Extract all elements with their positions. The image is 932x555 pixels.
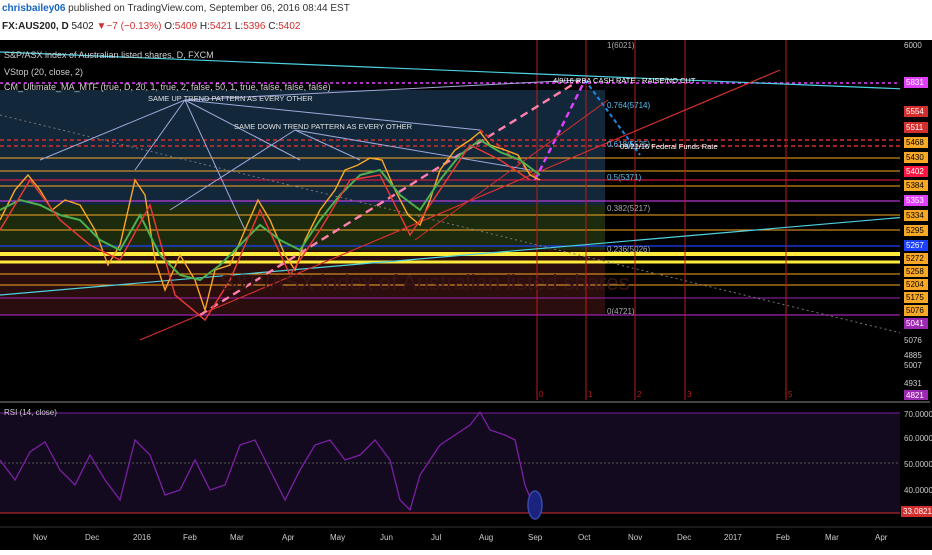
price-tick: 5007	[904, 361, 922, 370]
time-label: Dec	[85, 533, 99, 542]
rsi-tick: 50.0000	[904, 460, 932, 469]
time-label: Jun	[380, 533, 393, 542]
time-label: Sep	[528, 533, 543, 542]
time-label: Apr	[875, 533, 888, 542]
cycle-number: 5	[788, 390, 793, 399]
cycle-number: 1	[588, 390, 593, 399]
time-label: Nov	[33, 533, 47, 542]
badge-text: 4821	[906, 391, 924, 400]
published-text: published on TradingView.com, September …	[68, 3, 350, 14]
symbol-watermark: S&P/ASX index of Australian listed share…	[220, 270, 630, 295]
time-label: Feb	[776, 533, 790, 542]
fib-level-label: 0.5(5371)	[607, 173, 642, 182]
badge-text: 5831	[906, 78, 924, 87]
rsi-tick: 60.0000	[904, 434, 932, 443]
open-value: 5409	[174, 21, 198, 32]
price-change: ▼−7 (−0.13%)	[96, 21, 162, 32]
rba-annotation[interactable]: 4/9/16 RBA CASH RATE - RAISE/NO CUT	[553, 76, 696, 85]
time-label: May	[330, 533, 345, 542]
close-value: 5402	[278, 21, 301, 32]
chart-svg[interactable]: 0 1 2 3 5 1(6021) 0.764(5714) 0.618(5525…	[0, 40, 932, 550]
close-label: C:	[268, 21, 279, 32]
cycle-number: 2	[637, 390, 642, 399]
symbol-label[interactable]: FX:AUS200, D	[2, 21, 69, 32]
tradingview-app: { "header": { "author": "chrisbailey06",…	[0, 0, 932, 550]
badge-text: 5041	[906, 319, 924, 328]
time-label: Oct	[578, 533, 591, 542]
rsi-highlight	[527, 490, 543, 520]
rsi-current-value: 33.0821	[903, 507, 932, 516]
time-label: Nov	[628, 533, 642, 542]
time-label: Feb	[183, 533, 197, 542]
high-value: 5421	[209, 21, 233, 32]
badge-text: 5204	[906, 280, 924, 289]
fed-annotation[interactable]: 09/21/16 Federal Funds Rate	[620, 142, 718, 151]
author-link[interactable]: chrisbailey06	[2, 3, 65, 14]
chart-header: chrisbailey06 published on TradingView.c…	[0, 0, 932, 40]
time-label: Jul	[431, 533, 441, 542]
fib-level-label: 0(4721)	[607, 307, 635, 316]
quote-line: FX:AUS200, D 5402 ▼−7 (−0.13%) O:5409 H:…	[2, 21, 300, 32]
price-tick: 6000	[904, 41, 922, 50]
fib-level-label: 1(6021)	[607, 41, 635, 50]
time-label: 2017	[724, 533, 742, 542]
time-label: Dec	[677, 533, 691, 542]
ma-indicator-label[interactable]: CM_Ultimate_MA_MTF (true, D, 20, 1, true…	[4, 82, 331, 92]
chart-canvas[interactable]: 0 1 2 3 5 1(6021) 0.764(5714) 0.618(5525…	[0, 40, 932, 550]
vstop-indicator-label[interactable]: VStop (20, close, 2)	[4, 67, 83, 77]
badge-text: 5353	[906, 196, 924, 205]
badge-text: 5272	[906, 254, 924, 263]
badge-text: 5076	[906, 306, 924, 315]
high-label: H:	[199, 21, 210, 32]
rsi-title[interactable]: RSI (14, close)	[4, 408, 57, 417]
downtrend-annotation[interactable]: SAME DOWN TREND PATTERN AS EVERY OTHER	[234, 122, 413, 131]
rsi-pane: RSI (14, close) 70.0000 60.0000 50.0000 …	[0, 404, 932, 526]
future-zone	[605, 40, 930, 400]
uptrend-annotation[interactable]: SAME UP TREND PATTERN AS EVERY OTHER	[148, 94, 313, 103]
cycle-number: 3	[687, 390, 692, 399]
badge-text: 5402	[906, 167, 924, 176]
rsi-tick: 40.0000	[904, 486, 932, 495]
cycle-number: 0	[539, 390, 544, 399]
time-label: Apr	[282, 533, 295, 542]
price-tick: 5076	[904, 336, 922, 345]
rsi-tick: 70.0000	[904, 410, 932, 419]
fib-level-label: 0.764(5714)	[607, 101, 650, 110]
price-tick: 4885	[904, 351, 922, 360]
time-axis[interactable]: Nov Dec 2016 Feb Mar Apr May Jun Jul Aug…	[0, 526, 932, 550]
fib-level-label: 0.236(5026)	[607, 245, 650, 254]
main-series-title[interactable]: S&P/ASX index of Australian listed share…	[4, 50, 214, 60]
low-value: 5396	[243, 21, 266, 32]
green-zone	[0, 205, 605, 250]
low-label: L:	[234, 21, 244, 32]
publish-line: chrisbailey06 published on TradingView.c…	[2, 3, 350, 14]
fib-level-label: 0.382(5217)	[607, 204, 650, 213]
time-label: Aug	[479, 533, 493, 542]
time-label: 2016	[133, 533, 151, 542]
open-label: O:	[164, 21, 175, 32]
time-label: Mar	[230, 533, 244, 542]
last-price: 5402	[71, 21, 94, 32]
price-tick: 4931	[904, 379, 922, 388]
time-label: Mar	[825, 533, 839, 542]
